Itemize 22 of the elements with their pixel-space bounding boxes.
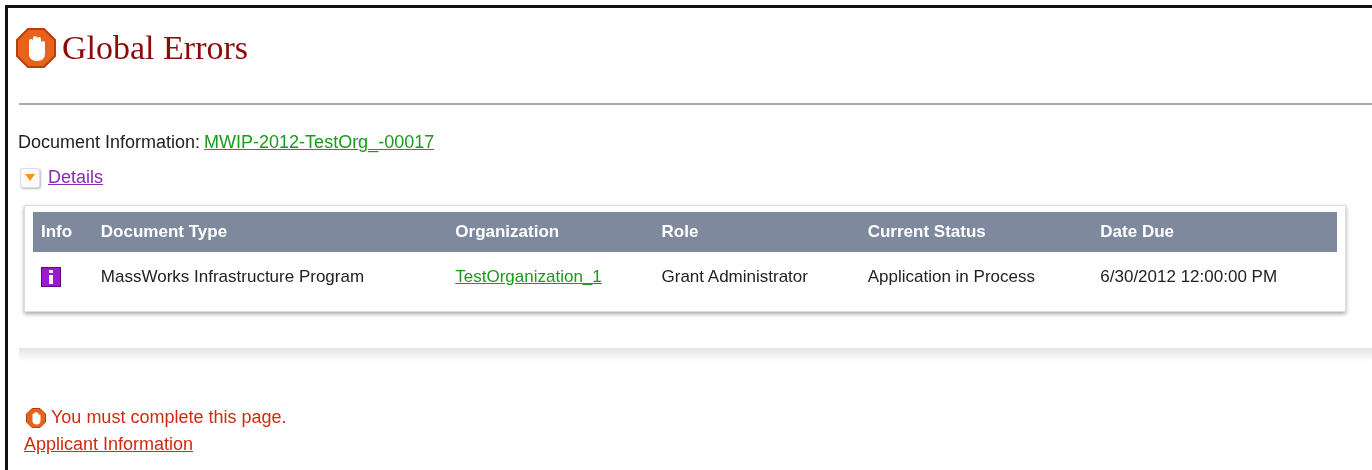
error-link[interactable]: Applicant Information xyxy=(24,434,194,454)
stop-hand-icon xyxy=(26,407,46,428)
error-message: You must complete this page. xyxy=(51,406,287,429)
column-header: Document Type xyxy=(92,212,448,252)
column-header: Organization xyxy=(447,212,654,252)
column-header: Info xyxy=(33,212,93,252)
details-link[interactable]: Details xyxy=(48,164,104,191)
document-link[interactable]: MWIP-2012-TestOrg_-00017 xyxy=(204,129,435,156)
page-title: Global Errors xyxy=(62,28,248,68)
table-cell: MassWorks Infrastructure Program xyxy=(92,251,448,303)
column-header: Role xyxy=(653,212,860,252)
info-icon[interactable] xyxy=(41,267,61,287)
toggle-button[interactable] xyxy=(20,167,40,188)
table-cell: Grant Administrator xyxy=(653,251,860,303)
organization-link[interactable]: TestOrganization_1 xyxy=(455,266,602,286)
column-header: Current Status xyxy=(859,212,1093,252)
field-label: Document Information: xyxy=(18,131,201,154)
column-header: Date Due xyxy=(1092,212,1337,252)
table-cell: Application in Process xyxy=(859,251,1093,303)
table-cell: 6/30/2012 12:00:00 PM xyxy=(1092,251,1337,303)
stop-hand-icon xyxy=(16,28,56,68)
caret-icon xyxy=(25,174,35,181)
